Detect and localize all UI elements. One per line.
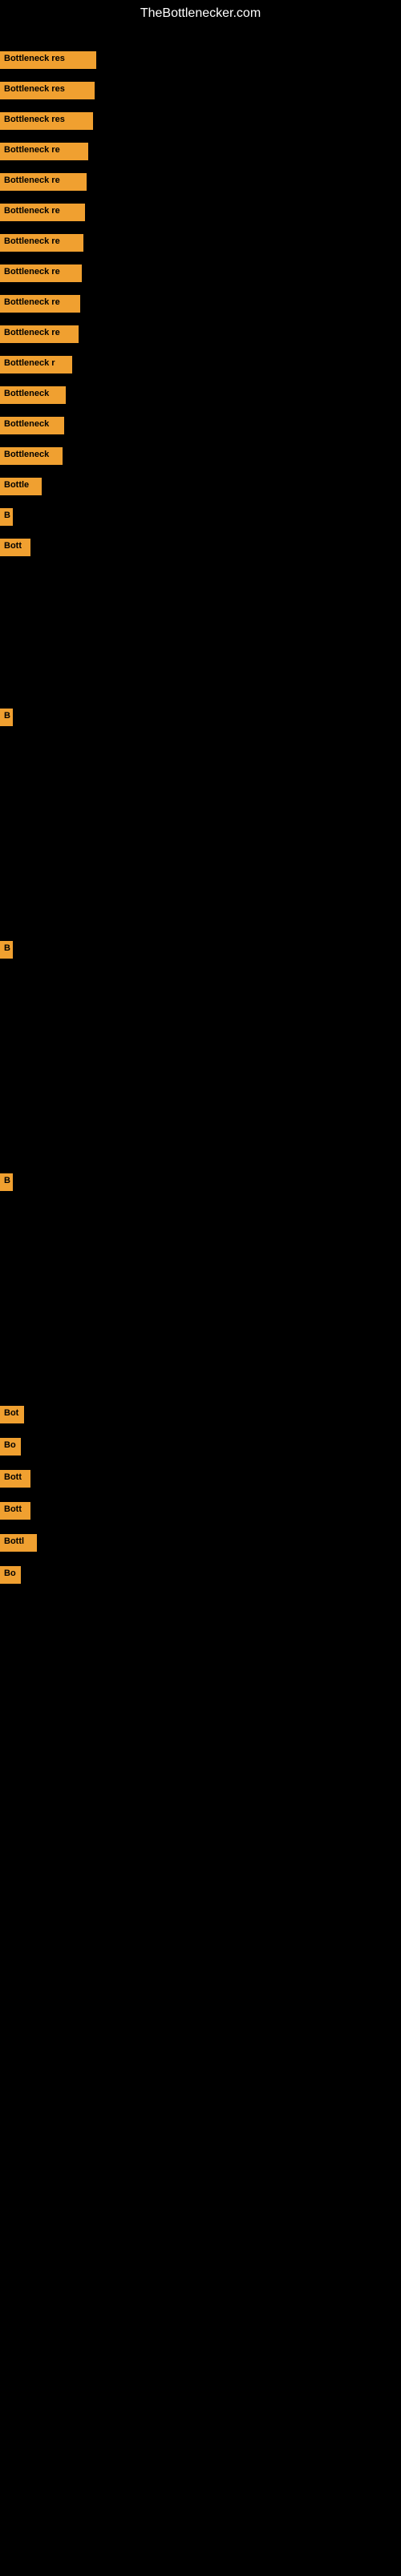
bottleneck-item: B <box>0 1173 13 1191</box>
bottleneck-item: Bottleneck <box>0 417 64 434</box>
bottleneck-item: Bottle <box>0 478 42 495</box>
bottleneck-item: Bottleneck re <box>0 325 79 343</box>
bottleneck-item: Bottl <box>0 1534 37 1552</box>
bottleneck-item: Bot <box>0 1406 24 1423</box>
bottleneck-item: Bott <box>0 539 30 556</box>
site-title: TheBottlenecker.com <box>0 0 401 27</box>
bottleneck-item: Bottleneck res <box>0 82 95 99</box>
bottleneck-item: Bott <box>0 1502 30 1520</box>
bottleneck-item: Bo <box>0 1566 21 1584</box>
bottleneck-item: Bottleneck res <box>0 51 96 69</box>
bottleneck-item: Bottleneck re <box>0 264 82 282</box>
bottleneck-item: Bottleneck re <box>0 295 80 313</box>
bottleneck-item: Bo <box>0 1438 21 1456</box>
bottleneck-item: Bottleneck <box>0 386 66 404</box>
bottleneck-item: B <box>0 709 13 726</box>
bottleneck-item: Bottleneck re <box>0 173 87 191</box>
bottleneck-item: Bottleneck <box>0 447 63 465</box>
bottleneck-item: Bottleneck re <box>0 143 88 160</box>
bottleneck-item: Bottleneck re <box>0 234 83 252</box>
bottleneck-item: Bottleneck r <box>0 356 72 373</box>
bottleneck-item: Bott <box>0 1470 30 1488</box>
bottleneck-item: B <box>0 941 13 959</box>
bottleneck-item: B <box>0 508 13 526</box>
bottleneck-item: Bottleneck res <box>0 112 93 130</box>
bottleneck-item: Bottleneck re <box>0 204 85 221</box>
